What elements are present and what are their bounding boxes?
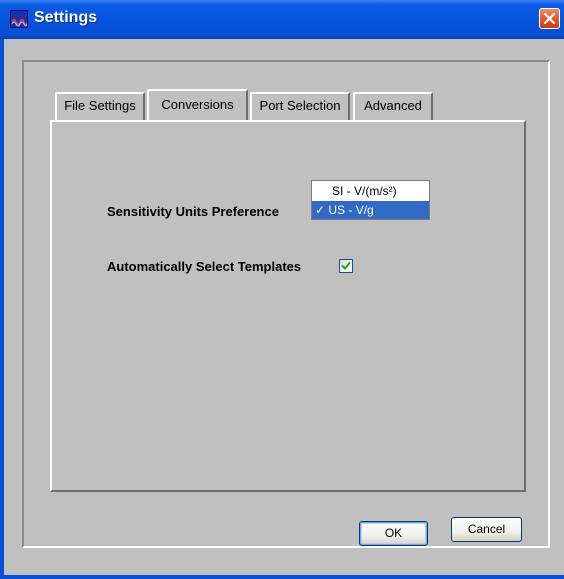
auto-select-templates-checkbox[interactable]: [339, 259, 353, 273]
close-icon: [543, 12, 556, 25]
conversions-tab-panel: [50, 120, 526, 492]
settings-dialog: Settings File Settings Conversions Port …: [0, 0, 564, 579]
tab-advanced[interactable]: Advanced: [353, 92, 433, 120]
tab-file-settings[interactable]: File Settings: [55, 92, 145, 120]
checkmark-icon: [341, 262, 351, 270]
app-icon: [10, 10, 28, 28]
dropdown-option-us[interactable]: ✓ US - V/g: [312, 201, 429, 219]
sensitivity-units-dropdown[interactable]: SI - V/(m/s²) ✓ US - V/g: [311, 180, 430, 220]
title-bar[interactable]: Settings: [0, 0, 564, 39]
dropdown-option-si[interactable]: SI - V/(m/s²): [312, 182, 429, 200]
close-button[interactable]: [539, 8, 560, 29]
auto-select-templates-label: Automatically Select Templates: [107, 259, 302, 274]
tab-port-selection[interactable]: Port Selection: [250, 92, 350, 120]
sensitivity-units-label: Sensitivity Units Preference: [107, 204, 279, 219]
window-title: Settings: [34, 9, 98, 26]
ok-button[interactable]: OK: [359, 521, 428, 546]
tab-conversions[interactable]: Conversions: [147, 89, 248, 120]
window-frame-bottom: [0, 575, 564, 579]
cancel-button[interactable]: Cancel: [451, 517, 522, 542]
